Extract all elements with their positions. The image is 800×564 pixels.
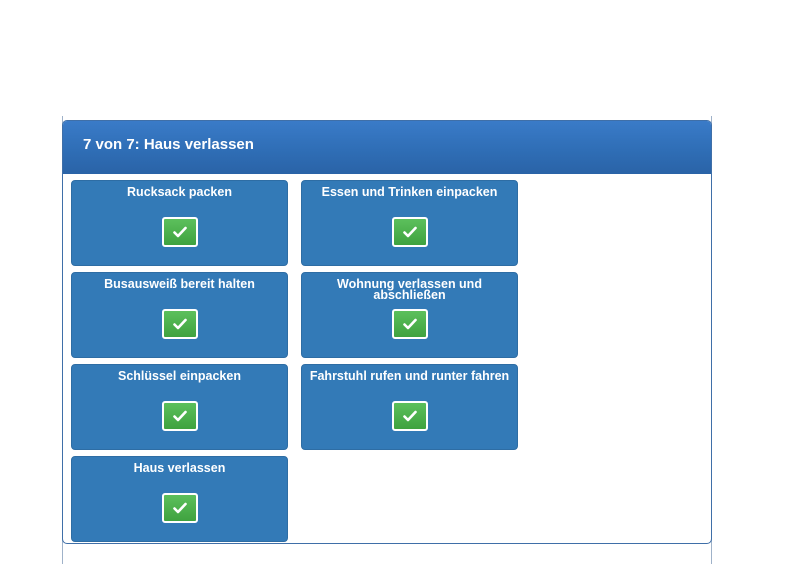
task-tile-fahrstuhl-rufen[interactable]: Fahrstuhl rufen und runter fahren bbox=[301, 364, 518, 450]
done-check-button[interactable] bbox=[391, 401, 428, 431]
done-check-button[interactable] bbox=[391, 217, 428, 247]
task-panel: 7 von 7: Haus verlassen Rucksack packen … bbox=[62, 120, 712, 544]
task-tile-rucksack-packen[interactable]: Rucksack packen bbox=[71, 180, 288, 266]
task-tile-schluessel-einpacken[interactable]: Schlüssel einpacken bbox=[71, 364, 288, 450]
check-icon bbox=[402, 410, 417, 422]
task-label: Busausweiß bereit halten bbox=[104, 277, 255, 291]
task-label: Schlüssel einpacken bbox=[118, 369, 241, 383]
done-check-button[interactable] bbox=[161, 309, 198, 339]
task-label: Wohnung verlassen und abschließen bbox=[337, 277, 482, 302]
task-tile-haus-verlassen[interactable]: Haus verlassen bbox=[71, 456, 288, 542]
done-check-button[interactable] bbox=[161, 401, 198, 431]
check-icon bbox=[172, 318, 187, 330]
task-label: Rucksack packen bbox=[127, 185, 232, 199]
task-label: Fahrstuhl rufen und runter fahren bbox=[309, 369, 510, 383]
panel-title: 7 von 7: Haus verlassen bbox=[63, 121, 711, 174]
done-check-button[interactable] bbox=[161, 493, 198, 523]
check-icon bbox=[402, 318, 417, 330]
task-tile-wohnung-verlassen[interactable]: Wohnung verlassen und abschließen bbox=[301, 272, 518, 358]
done-check-button[interactable] bbox=[161, 217, 198, 247]
task-tile-essen-und-trinken-einpacken[interactable]: Essen und Trinken einpacken bbox=[301, 180, 518, 266]
task-label: Haus verlassen bbox=[133, 461, 226, 475]
check-icon bbox=[172, 226, 187, 238]
task-tile-busausweiss-bereit-halten[interactable]: Busausweiß bereit halten bbox=[71, 272, 288, 358]
check-icon bbox=[172, 410, 187, 422]
check-icon bbox=[172, 502, 187, 514]
check-icon bbox=[402, 226, 417, 238]
task-label: Essen und Trinken einpacken bbox=[321, 185, 498, 199]
done-check-button[interactable] bbox=[391, 309, 428, 339]
